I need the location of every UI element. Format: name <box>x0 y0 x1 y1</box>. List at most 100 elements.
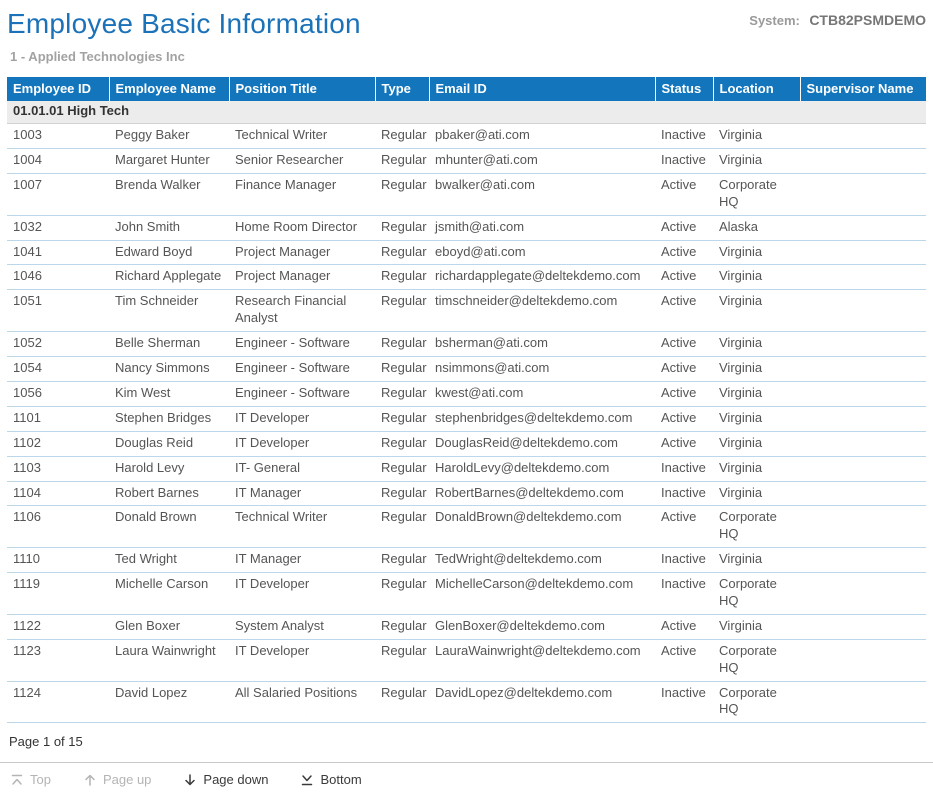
table-row: 1054Nancy SimmonsEngineer - SoftwareRegu… <box>7 357 926 382</box>
cell-type: Regular <box>375 240 429 265</box>
cell-position: Senior Researcher <box>229 149 375 174</box>
cell-name: Belle Sherman <box>109 332 229 357</box>
cell-position: IT Developer <box>229 639 375 681</box>
cell-supervisor <box>800 506 926 548</box>
cell-position: Project Manager <box>229 265 375 290</box>
cell-name: Laura Wainwright <box>109 639 229 681</box>
cell-status: Inactive <box>655 548 713 573</box>
cell-name: Robert Barnes <box>109 481 229 506</box>
page-down-button[interactable]: Page down <box>183 772 268 787</box>
table-row: 1106Donald BrownTechnical WriterRegularD… <box>7 506 926 548</box>
cell-type: Regular <box>375 681 429 723</box>
cell-id: 1124 <box>7 681 109 723</box>
cell-status: Active <box>655 290 713 332</box>
cell-id: 1032 <box>7 215 109 240</box>
table-row: 1102Douglas ReidIT DeveloperRegularDougl… <box>7 431 926 456</box>
cell-supervisor <box>800 173 926 215</box>
cell-position: IT Manager <box>229 548 375 573</box>
cell-supervisor <box>800 573 926 615</box>
cell-supervisor <box>800 265 926 290</box>
cell-position: IT Manager <box>229 481 375 506</box>
top-button[interactable]: Top <box>10 772 51 787</box>
cell-supervisor <box>800 332 926 357</box>
cell-location: Corporate HQ <box>713 506 800 548</box>
cell-id: 1122 <box>7 614 109 639</box>
cell-email: MichelleCarson@deltekdemo.com <box>429 573 655 615</box>
cell-location: Virginia <box>713 240 800 265</box>
cell-supervisor <box>800 639 926 681</box>
cell-email: GlenBoxer@deltekdemo.com <box>429 614 655 639</box>
cell-location: Virginia <box>713 124 800 149</box>
cell-id: 1110 <box>7 548 109 573</box>
cell-position: IT- General <box>229 456 375 481</box>
cell-location: Virginia <box>713 149 800 174</box>
cell-supervisor <box>800 124 926 149</box>
column-header-position-title: Position Title <box>229 77 375 101</box>
cell-type: Regular <box>375 481 429 506</box>
cell-email: DavidLopez@deltekdemo.com <box>429 681 655 723</box>
cell-position: Finance Manager <box>229 173 375 215</box>
bottom-button[interactable]: Bottom <box>300 772 361 787</box>
page-down-button-label: Page down <box>203 772 268 787</box>
cell-position: Engineer - Software <box>229 381 375 406</box>
cell-supervisor <box>800 431 926 456</box>
column-header-employee-name: Employee Name <box>109 77 229 101</box>
cell-name: Brenda Walker <box>109 173 229 215</box>
cell-type: Regular <box>375 124 429 149</box>
table-row: 1003Peggy BakerTechnical WriterRegularpb… <box>7 124 926 149</box>
cell-id: 1119 <box>7 573 109 615</box>
page-indicator: Page 1 of 15 <box>7 723 926 762</box>
cell-name: John Smith <box>109 215 229 240</box>
column-header-supervisor-name: Supervisor Name <box>800 77 926 101</box>
cell-name: David Lopez <box>109 681 229 723</box>
cell-email: mhunter@ati.com <box>429 149 655 174</box>
cell-type: Regular <box>375 614 429 639</box>
cell-location: Virginia <box>713 357 800 382</box>
cell-id: 1046 <box>7 265 109 290</box>
cell-id: 1102 <box>7 431 109 456</box>
table-row: 1101Stephen BridgesIT DeveloperRegularst… <box>7 406 926 431</box>
system-label: System: <box>749 13 800 28</box>
cell-type: Regular <box>375 215 429 240</box>
company-subtitle: 1 - Applied Technologies Inc <box>10 49 926 64</box>
cell-name: Nancy Simmons <box>109 357 229 382</box>
cell-id: 1051 <box>7 290 109 332</box>
cell-location: Corporate HQ <box>713 681 800 723</box>
cell-status: Active <box>655 332 713 357</box>
cell-type: Regular <box>375 639 429 681</box>
page-up-button[interactable]: Page up <box>83 772 151 787</box>
cell-name: Margaret Hunter <box>109 149 229 174</box>
cell-email: eboyd@ati.com <box>429 240 655 265</box>
employee-table: Employee IDEmployee NamePosition TitleTy… <box>7 77 926 723</box>
cell-name: Donald Brown <box>109 506 229 548</box>
top-button-label: Top <box>30 772 51 787</box>
cell-location: Alaska <box>713 215 800 240</box>
cell-name: Edward Boyd <box>109 240 229 265</box>
cell-position: IT Developer <box>229 431 375 456</box>
cell-id: 1103 <box>7 456 109 481</box>
cell-email: nsimmons@ati.com <box>429 357 655 382</box>
table-header-row: Employee IDEmployee NamePosition TitleTy… <box>7 77 926 101</box>
cell-status: Active <box>655 614 713 639</box>
cell-status: Active <box>655 506 713 548</box>
cell-position: Project Manager <box>229 240 375 265</box>
cell-name: Harold Levy <box>109 456 229 481</box>
cell-type: Regular <box>375 149 429 174</box>
cell-type: Regular <box>375 290 429 332</box>
cell-location: Virginia <box>713 456 800 481</box>
cell-position: System Analyst <box>229 614 375 639</box>
cell-id: 1041 <box>7 240 109 265</box>
cell-status: Inactive <box>655 149 713 174</box>
cell-email: RobertBarnes@deltekdemo.com <box>429 481 655 506</box>
cell-name: Michelle Carson <box>109 573 229 615</box>
table-row: 1104Robert BarnesIT ManagerRegularRobert… <box>7 481 926 506</box>
cell-name: Glen Boxer <box>109 614 229 639</box>
cell-supervisor <box>800 240 926 265</box>
top-icon <box>10 773 24 787</box>
report-page: Employee Basic Information System: CTB82… <box>0 0 933 762</box>
cell-position: Technical Writer <box>229 124 375 149</box>
cell-supervisor <box>800 614 926 639</box>
cell-email: timschneider@deltekdemo.com <box>429 290 655 332</box>
cell-supervisor <box>800 548 926 573</box>
column-header-email-id: Email ID <box>429 77 655 101</box>
